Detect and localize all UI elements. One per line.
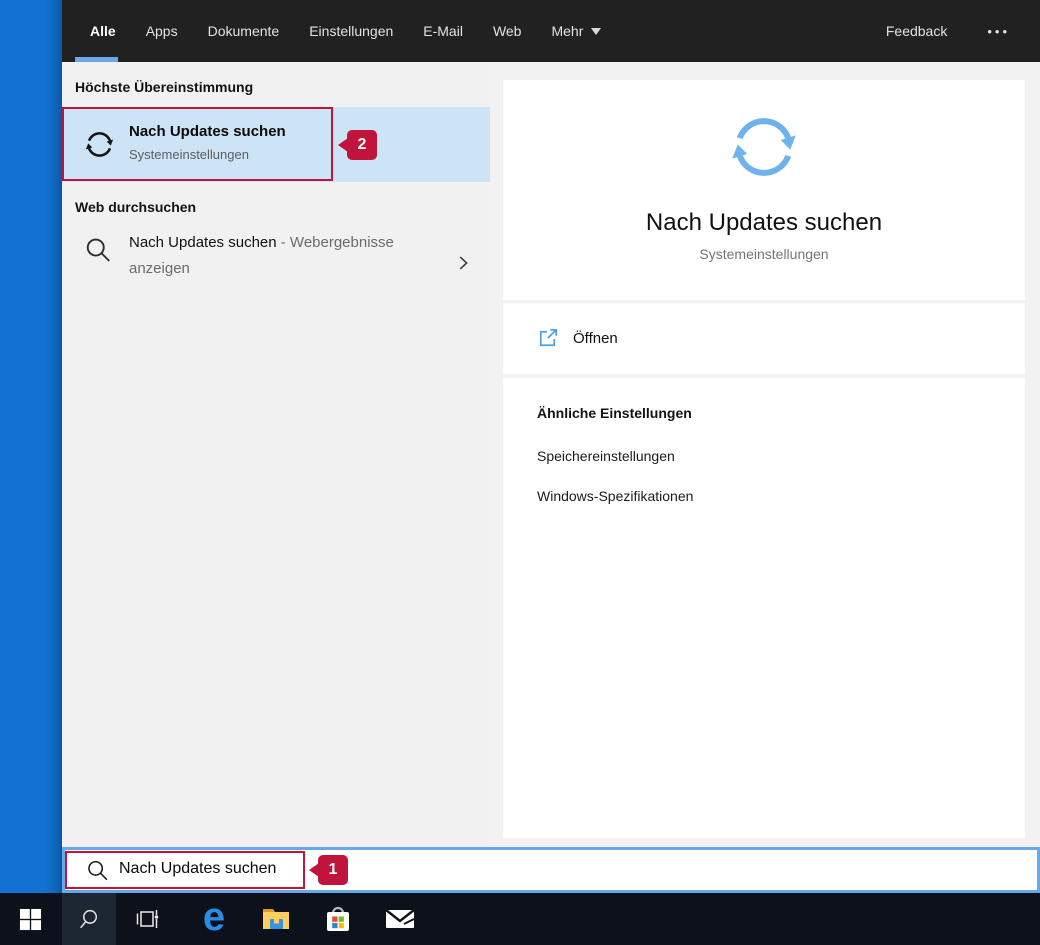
- tab-mehr-label: Mehr: [551, 23, 584, 39]
- windows-logo-icon: [19, 908, 42, 931]
- mail-button[interactable]: [378, 893, 422, 945]
- preview-hero-section: Nach Updates suchen Systemeinstellungen: [503, 80, 1025, 300]
- task-view-button[interactable]: [126, 893, 170, 945]
- related-item-speichereinstellungen[interactable]: Speichereinstellungen: [537, 448, 675, 464]
- taskbar-search-button[interactable]: [62, 893, 116, 945]
- search-filter-bar: Alle Apps Dokumente Einstellungen E-Mail…: [62, 0, 1040, 62]
- store-button[interactable]: [316, 893, 360, 945]
- search-icon: [83, 235, 113, 265]
- web-search-result-row[interactable]: Nach Updates suchen - Webergebnisse anze…: [62, 228, 490, 298]
- best-match-header: Höchste Übereinstimmung: [75, 79, 254, 95]
- open-button[interactable]: Öffnen: [536, 303, 618, 374]
- search-input-value: Nach Updates suchen: [119, 860, 277, 877]
- filter-tabs: Alle Apps Dokumente Einstellungen E-Mail…: [90, 0, 602, 62]
- more-options-icon[interactable]: •••: [987, 24, 1010, 39]
- tab-mehr[interactable]: Mehr: [551, 23, 602, 39]
- store-icon: [324, 904, 352, 934]
- related-settings-section: Ähnliche Einstellungen Speichereinstellu…: [503, 378, 1025, 838]
- nav-right-actions: Feedback •••: [886, 0, 1010, 62]
- desktop-background: [0, 0, 62, 893]
- search-input[interactable]: Nach Updates suchen: [62, 847, 1040, 893]
- feedback-button[interactable]: Feedback: [886, 23, 947, 39]
- preview-subtitle: Systemeinstellungen: [699, 246, 829, 262]
- task-view-icon: [135, 906, 161, 932]
- web-result-text: Nach Updates suchen - Webergebnisse anze…: [129, 230, 429, 282]
- tab-apps[interactable]: Apps: [146, 23, 178, 39]
- edge-icon: e: [202, 895, 226, 939]
- edge-button[interactable]: e: [192, 893, 236, 945]
- open-button-label: Öffnen: [573, 330, 618, 347]
- preview-title: Nach Updates suchen: [645, 209, 883, 236]
- start-button[interactable]: [8, 893, 52, 945]
- best-match-subtitle: Systemeinstellungen: [129, 147, 249, 162]
- chevron-right-icon[interactable]: [452, 252, 474, 274]
- taskbar: e: [0, 893, 1040, 945]
- search-icon: [77, 907, 102, 932]
- web-result-query: Nach Updates suchen: [129, 234, 277, 251]
- windows-search-screen: Alle Apps Dokumente Einstellungen E-Mail…: [0, 0, 1040, 945]
- tab-einstellungen[interactable]: Einstellungen: [309, 23, 393, 39]
- open-external-icon: [536, 327, 559, 350]
- web-search-header: Web durchsuchen: [75, 199, 197, 215]
- annotation-badge-step-2: 2: [347, 130, 377, 160]
- search-icon: [85, 858, 110, 883]
- tab-dokumente[interactable]: Dokumente: [208, 23, 280, 39]
- results-panel: Höchste Übereinstimmung Nach Updates suc…: [62, 62, 490, 848]
- annotation-badge-step-1: 1: [318, 855, 348, 885]
- tab-email[interactable]: E-Mail: [423, 23, 463, 39]
- tab-alle[interactable]: Alle: [90, 23, 116, 39]
- refresh-icon-large: [721, 104, 807, 190]
- chevron-down-icon: [591, 27, 602, 35]
- refresh-icon: [81, 126, 118, 163]
- tab-web[interactable]: Web: [493, 23, 522, 39]
- file-explorer-button[interactable]: [254, 893, 298, 945]
- related-item-windows-spezifikationen[interactable]: Windows-Spezifikationen: [537, 488, 693, 504]
- related-settings-header: Ähnliche Einstellungen: [537, 405, 692, 421]
- best-match-title: Nach Updates suchen: [129, 123, 286, 140]
- best-match-row[interactable]: Nach Updates suchen Systemeinstellungen: [62, 107, 490, 182]
- folder-icon: [261, 906, 291, 932]
- preview-actions-section: Öffnen: [503, 303, 1025, 374]
- mail-icon: [385, 907, 415, 931]
